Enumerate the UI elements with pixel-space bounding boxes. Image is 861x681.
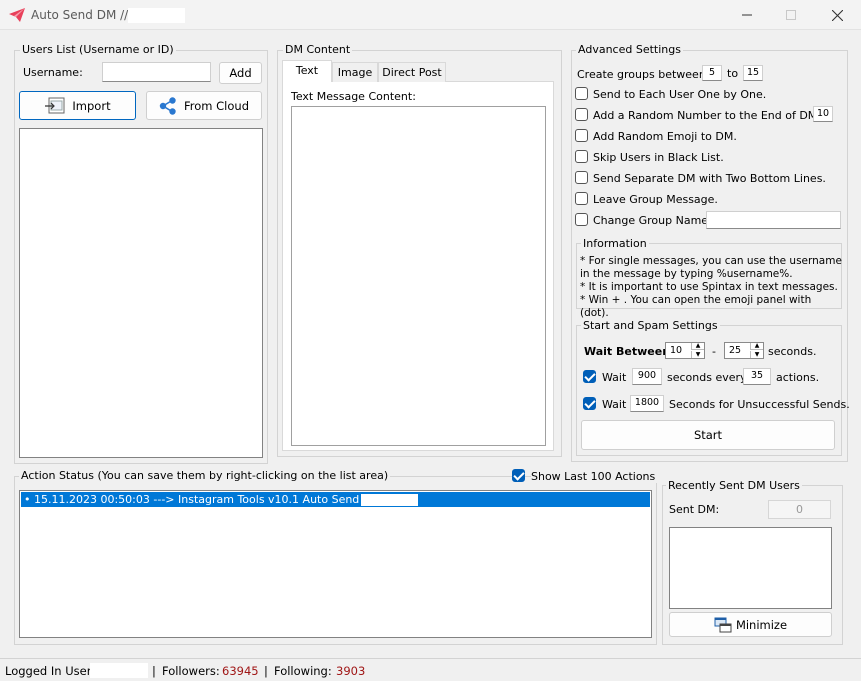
sent-dm-label: Sent DM: <box>669 503 720 516</box>
import-button[interactable]: Import <box>19 91 136 120</box>
sent-dm-count: 0 <box>768 500 831 519</box>
change-group-name-label: Change Group Name: <box>593 214 712 227</box>
from-cloud-label: From Cloud <box>184 98 249 113</box>
wait-between-label: Wait Between: <box>584 345 675 358</box>
logged-in-user <box>90 663 148 678</box>
bullet: • <box>24 493 34 506</box>
groups-min-input[interactable]: 5 <box>702 65 722 81</box>
users-list-title: Users List (Username or ID) <box>20 43 176 56</box>
to-label: to <box>727 67 739 80</box>
separate-dm-checkbox[interactable] <box>575 171 588 184</box>
import-label: Import <box>72 98 111 113</box>
wait1-label: Wait <box>602 371 627 384</box>
window-title: Auto Send DM // <box>31 8 129 22</box>
from-cloud-button[interactable]: From Cloud <box>146 91 262 120</box>
minimize-button[interactable]: Minimize <box>669 612 832 637</box>
maximize-window-icon[interactable] <box>778 5 804 25</box>
status-bar: Logged In User: | Followers: 63945 | Fol… <box>0 658 861 681</box>
import-icon <box>45 97 65 113</box>
action-entry-text: 15.11.2023 00:50:03 ---> Instagram Tools… <box>34 493 392 506</box>
tab-text[interactable]: Text <box>282 60 332 82</box>
status-separator: | <box>264 664 268 678</box>
wait-unsuccessful-checkbox[interactable] <box>583 397 596 410</box>
start-spam-title: Start and Spam Settings <box>581 319 720 332</box>
wait-min-spinner[interactable]: 10 ▲ ▼ <box>665 342 705 359</box>
spin-down-icon[interactable]: ▼ <box>750 351 763 358</box>
share-icon <box>159 96 176 115</box>
dm-content-title: DM Content <box>283 43 353 56</box>
action-status-title: Action Status (You can save them by righ… <box>19 469 391 482</box>
actions-label: actions. <box>776 371 820 384</box>
following-count: 3903 <box>336 664 366 678</box>
recent-dm-title: Recently Sent DM Users <box>666 479 802 492</box>
spin-up-icon[interactable]: ▲ <box>691 343 704 350</box>
advanced-settings-title: Advanced Settings <box>576 43 683 56</box>
wait-max-spinner[interactable]: 25 ▲ ▼ <box>724 342 764 359</box>
send-one-by-one-label: Send to Each User One by One. <box>593 88 767 101</box>
text-message-textarea[interactable] <box>291 106 546 446</box>
leave-group-checkbox[interactable] <box>575 192 588 205</box>
skip-blacklist-label: Skip Users in Black List. <box>593 151 724 164</box>
seconds-label: seconds. <box>768 345 817 358</box>
change-group-name-checkbox[interactable] <box>575 213 588 226</box>
skip-blacklist-checkbox[interactable] <box>575 150 588 163</box>
add-user-button[interactable]: Add <box>219 62 262 84</box>
random-emoji-label: Add Random Emoji to DM. <box>593 130 737 143</box>
tab-image[interactable]: Image <box>332 62 378 82</box>
groups-between-label: Create groups between <box>577 68 706 81</box>
wait1-input[interactable]: 900 <box>632 368 662 385</box>
paper-plane-icon <box>9 8 25 22</box>
spin-up-icon[interactable]: ▲ <box>750 343 763 350</box>
logged-in-label: Logged In User: <box>5 664 96 678</box>
wait-dash: - <box>712 345 716 358</box>
start-button[interactable]: Start <box>581 420 835 450</box>
followers-label: Followers: <box>162 664 220 678</box>
users-listbox[interactable] <box>19 128 263 458</box>
close-window-icon[interactable] <box>824 5 850 25</box>
information-text: * For single messages, you can use the u… <box>580 255 842 319</box>
wait2-label: Wait <box>602 398 627 411</box>
actions-input[interactable]: 35 <box>743 368 771 385</box>
username-label: Username: <box>23 66 83 79</box>
entry-redacted <box>361 494 418 506</box>
groups-max-input[interactable]: 15 <box>743 65 763 81</box>
spin-down-icon[interactable]: ▼ <box>691 351 704 358</box>
followers-count: 63945 <box>222 664 259 678</box>
title-bar[interactable]: Auto Send DM // <box>0 0 861 30</box>
unsuccessful-label: Seconds for Unsuccessful Sends. <box>669 398 850 411</box>
action-status-listbox[interactable]: • 15.11.2023 00:50:03 ---> Instagram Too… <box>19 490 652 638</box>
title-redacted <box>128 8 185 23</box>
random-number-label: Add a Random Number to the End of DM: <box>593 109 822 122</box>
minimize-label: Minimize <box>735 617 788 632</box>
show-last-label: Show Last 100 Actions <box>531 470 659 483</box>
tab-direct-post[interactable]: Direct Post <box>378 62 446 82</box>
list-item[interactable]: • 15.11.2023 00:50:03 ---> Instagram Too… <box>21 492 650 507</box>
show-last-checkbox[interactable] <box>512 469 525 482</box>
leave-group-label: Leave Group Message. <box>593 193 718 206</box>
separate-dm-label: Send Separate DM with Two Bottom Lines. <box>593 172 826 185</box>
minimize-window-stack-icon <box>714 617 732 632</box>
wait-actions-checkbox[interactable] <box>583 370 596 383</box>
wait2-input[interactable]: 1800 <box>630 395 664 412</box>
seconds-every-label: seconds every <box>667 371 747 384</box>
send-one-by-one-checkbox[interactable] <box>575 87 588 100</box>
random-number-input[interactable]: 10 <box>813 106 833 122</box>
minimize-window-icon[interactable] <box>734 5 760 25</box>
information-title: Information <box>581 237 649 250</box>
text-message-label: Text Message Content: <box>291 90 416 103</box>
recent-dm-listbox[interactable] <box>669 527 832 609</box>
group-name-input[interactable] <box>706 211 841 229</box>
status-separator: | <box>152 664 156 678</box>
username-input[interactable] <box>102 62 211 82</box>
random-emoji-checkbox[interactable] <box>575 129 588 142</box>
following-label: Following: <box>274 664 332 678</box>
random-number-checkbox[interactable] <box>575 108 588 121</box>
